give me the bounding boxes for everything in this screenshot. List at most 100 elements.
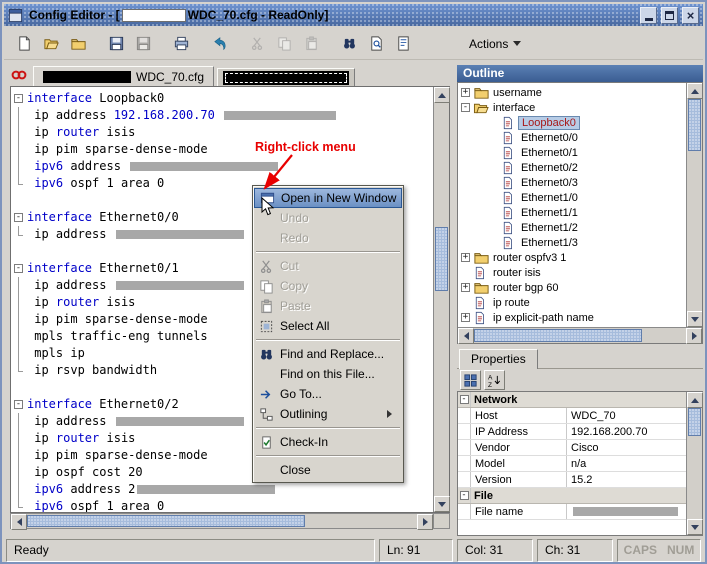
outline-vertical-scrollbar[interactable] bbox=[686, 83, 702, 327]
expand-plus-icon[interactable]: + bbox=[461, 253, 470, 262]
outline-item-ip-explicit-path-name[interactable]: +ip explicit-path name bbox=[458, 310, 686, 325]
menu-item-find-and-replace[interactable]: Find and Replace... bbox=[254, 344, 402, 364]
actions-menu-button[interactable]: Actions bbox=[462, 33, 528, 55]
tab-properties[interactable]: Properties bbox=[459, 349, 538, 369]
scrollbar-track[interactable] bbox=[434, 103, 449, 496]
undo-button[interactable] bbox=[207, 31, 232, 56]
scroll-left-button[interactable] bbox=[11, 514, 27, 530]
editor-line[interactable]: ipv6 ospf 1 area 0 bbox=[11, 498, 433, 512]
outline-item-ethernet1-0[interactable]: Ethernet1/0 bbox=[458, 190, 686, 205]
scrollbar-track[interactable] bbox=[474, 328, 686, 343]
scroll-right-button[interactable] bbox=[417, 514, 433, 530]
editor-line[interactable]: ip address 192.168.200.70 bbox=[11, 107, 433, 124]
outline-item-router-isis[interactable]: router isis bbox=[458, 265, 686, 280]
outline-item-ethernet1-1[interactable]: Ethernet1/1 bbox=[458, 205, 686, 220]
menu-item-paste[interactable]: Paste bbox=[254, 296, 402, 316]
menu-item-check-in[interactable]: Check-In bbox=[254, 432, 402, 452]
outline-item-router-ospfv3-1[interactable]: +router ospfv3 1 bbox=[458, 250, 686, 265]
outline-horizontal-scrollbar[interactable] bbox=[458, 327, 702, 343]
property-category-file[interactable]: -File bbox=[458, 488, 686, 504]
scroll-up-button[interactable] bbox=[687, 83, 702, 99]
sort-alphabetical-button[interactable]: AZ bbox=[484, 370, 505, 390]
property-row-vendor[interactable]: VendorCisco bbox=[458, 440, 686, 456]
property-category-network[interactable]: -Network bbox=[458, 392, 686, 408]
menu-item-select-all[interactable]: Select All bbox=[254, 316, 402, 336]
new-document-button[interactable] bbox=[12, 31, 37, 56]
expand-plus-icon[interactable]: + bbox=[461, 283, 470, 292]
collapse-icon[interactable]: - bbox=[460, 395, 469, 404]
scroll-left-button[interactable] bbox=[458, 328, 474, 344]
editor-line[interactable]: ip router isis bbox=[11, 124, 433, 141]
save-all-button[interactable] bbox=[131, 31, 156, 56]
scrollbar-thumb[interactable] bbox=[27, 515, 305, 527]
scrollbar-track[interactable] bbox=[687, 99, 702, 311]
editor-horizontal-scrollbar[interactable] bbox=[10, 513, 434, 529]
scrollbar-thumb[interactable] bbox=[435, 227, 448, 291]
menu-item-redo[interactable]: Redo bbox=[254, 228, 402, 248]
menu-item-close[interactable]: Close bbox=[254, 460, 402, 480]
tab-redacted[interactable] bbox=[217, 68, 355, 86]
outline-item-ethernet0-0[interactable]: Ethernet0/0 bbox=[458, 130, 686, 145]
scrollbar-thumb[interactable] bbox=[688, 99, 701, 151]
scroll-down-button[interactable] bbox=[434, 496, 450, 512]
scrollbar-track[interactable] bbox=[27, 514, 417, 528]
editor-line[interactable]: ipv6 address 2 bbox=[11, 481, 433, 498]
fold-collapse-icon[interactable]: - bbox=[14, 213, 23, 222]
close-button[interactable]: × bbox=[682, 7, 699, 24]
scroll-up-button[interactable] bbox=[687, 392, 703, 408]
maximize-button[interactable] bbox=[661, 7, 678, 24]
save-button[interactable] bbox=[104, 31, 129, 56]
scrollbar-thumb[interactable] bbox=[688, 408, 701, 436]
scroll-down-button[interactable] bbox=[687, 519, 703, 535]
scroll-up-button[interactable] bbox=[434, 87, 450, 103]
menu-item-go-to[interactable]: Go To... bbox=[254, 384, 402, 404]
property-row-host[interactable]: HostWDC_70 bbox=[458, 408, 686, 424]
minimize-button[interactable] bbox=[640, 7, 657, 24]
editor-line[interactable]: ipv6 address bbox=[11, 158, 433, 175]
editor-line[interactable]: -interface Loopback0 bbox=[11, 90, 433, 107]
properties-vertical-scrollbar[interactable] bbox=[686, 392, 702, 535]
outline-item-ethernet0-2[interactable]: Ethernet0/2 bbox=[458, 160, 686, 175]
editor-line[interactable]: ip pim sparse-dense-mode bbox=[11, 141, 433, 158]
copy-button[interactable] bbox=[272, 31, 297, 56]
expand-plus-icon[interactable]: + bbox=[461, 313, 470, 322]
outline-item-ethernet1-3[interactable]: Ethernet1/3 bbox=[458, 235, 686, 250]
fold-collapse-icon[interactable]: - bbox=[14, 264, 23, 273]
collapse-icon[interactable]: - bbox=[460, 491, 469, 500]
fold-collapse-icon[interactable]: - bbox=[14, 400, 23, 409]
property-row-file-name[interactable]: File name bbox=[458, 504, 686, 520]
outline-item-username[interactable]: +username bbox=[458, 85, 686, 100]
editor-vertical-scrollbar[interactable] bbox=[433, 87, 449, 512]
menu-item-find-on-this-file[interactable]: Find on this File... bbox=[254, 364, 402, 384]
outline-item-loopback0[interactable]: Loopback0 bbox=[458, 115, 686, 130]
scroll-right-button[interactable] bbox=[686, 328, 702, 344]
menu-item-outlining[interactable]: Outlining bbox=[254, 404, 402, 424]
print-button[interactable] bbox=[169, 31, 194, 56]
scrollbar-thumb[interactable] bbox=[474, 329, 642, 342]
outline-item-ethernet0-3[interactable]: Ethernet0/3 bbox=[458, 175, 686, 190]
property-row-model[interactable]: Modeln/a bbox=[458, 456, 686, 472]
folder-button[interactable] bbox=[66, 31, 91, 56]
cut-button[interactable] bbox=[245, 31, 270, 56]
go-to-line-button[interactable] bbox=[391, 31, 416, 56]
expand-minus-icon[interactable]: - bbox=[461, 103, 470, 112]
expand-plus-icon[interactable]: + bbox=[461, 88, 470, 97]
outline-item-router-bgp-60[interactable]: +router bgp 60 bbox=[458, 280, 686, 295]
open-folder-button[interactable] bbox=[39, 31, 64, 56]
categorized-view-button[interactable] bbox=[460, 370, 481, 390]
menu-item-cut[interactable]: Cut bbox=[254, 256, 402, 276]
menu-item-undo[interactable]: Undo bbox=[254, 208, 402, 228]
outline-item-ip-route[interactable]: ip route bbox=[458, 295, 686, 310]
outline-item-ethernet1-2[interactable]: Ethernet1/2 bbox=[458, 220, 686, 235]
title-bar[interactable]: Config Editor - [ WDC_70.cfg - ReadOnly]… bbox=[4, 4, 703, 26]
outline-item-ethernet0-1[interactable]: Ethernet0/1 bbox=[458, 145, 686, 160]
menu-item-copy[interactable]: Copy bbox=[254, 276, 402, 296]
paste-button[interactable] bbox=[299, 31, 324, 56]
scrollbar-track[interactable] bbox=[687, 408, 702, 519]
outline-item-interface[interactable]: -interface bbox=[458, 100, 686, 115]
property-row-version[interactable]: Version15.2 bbox=[458, 472, 686, 488]
scroll-down-button[interactable] bbox=[687, 311, 702, 327]
find-button[interactable] bbox=[337, 31, 362, 56]
fold-collapse-icon[interactable]: - bbox=[14, 94, 23, 103]
tab-wdc-70-cfg[interactable]: WDC_70.cfg bbox=[33, 66, 214, 86]
